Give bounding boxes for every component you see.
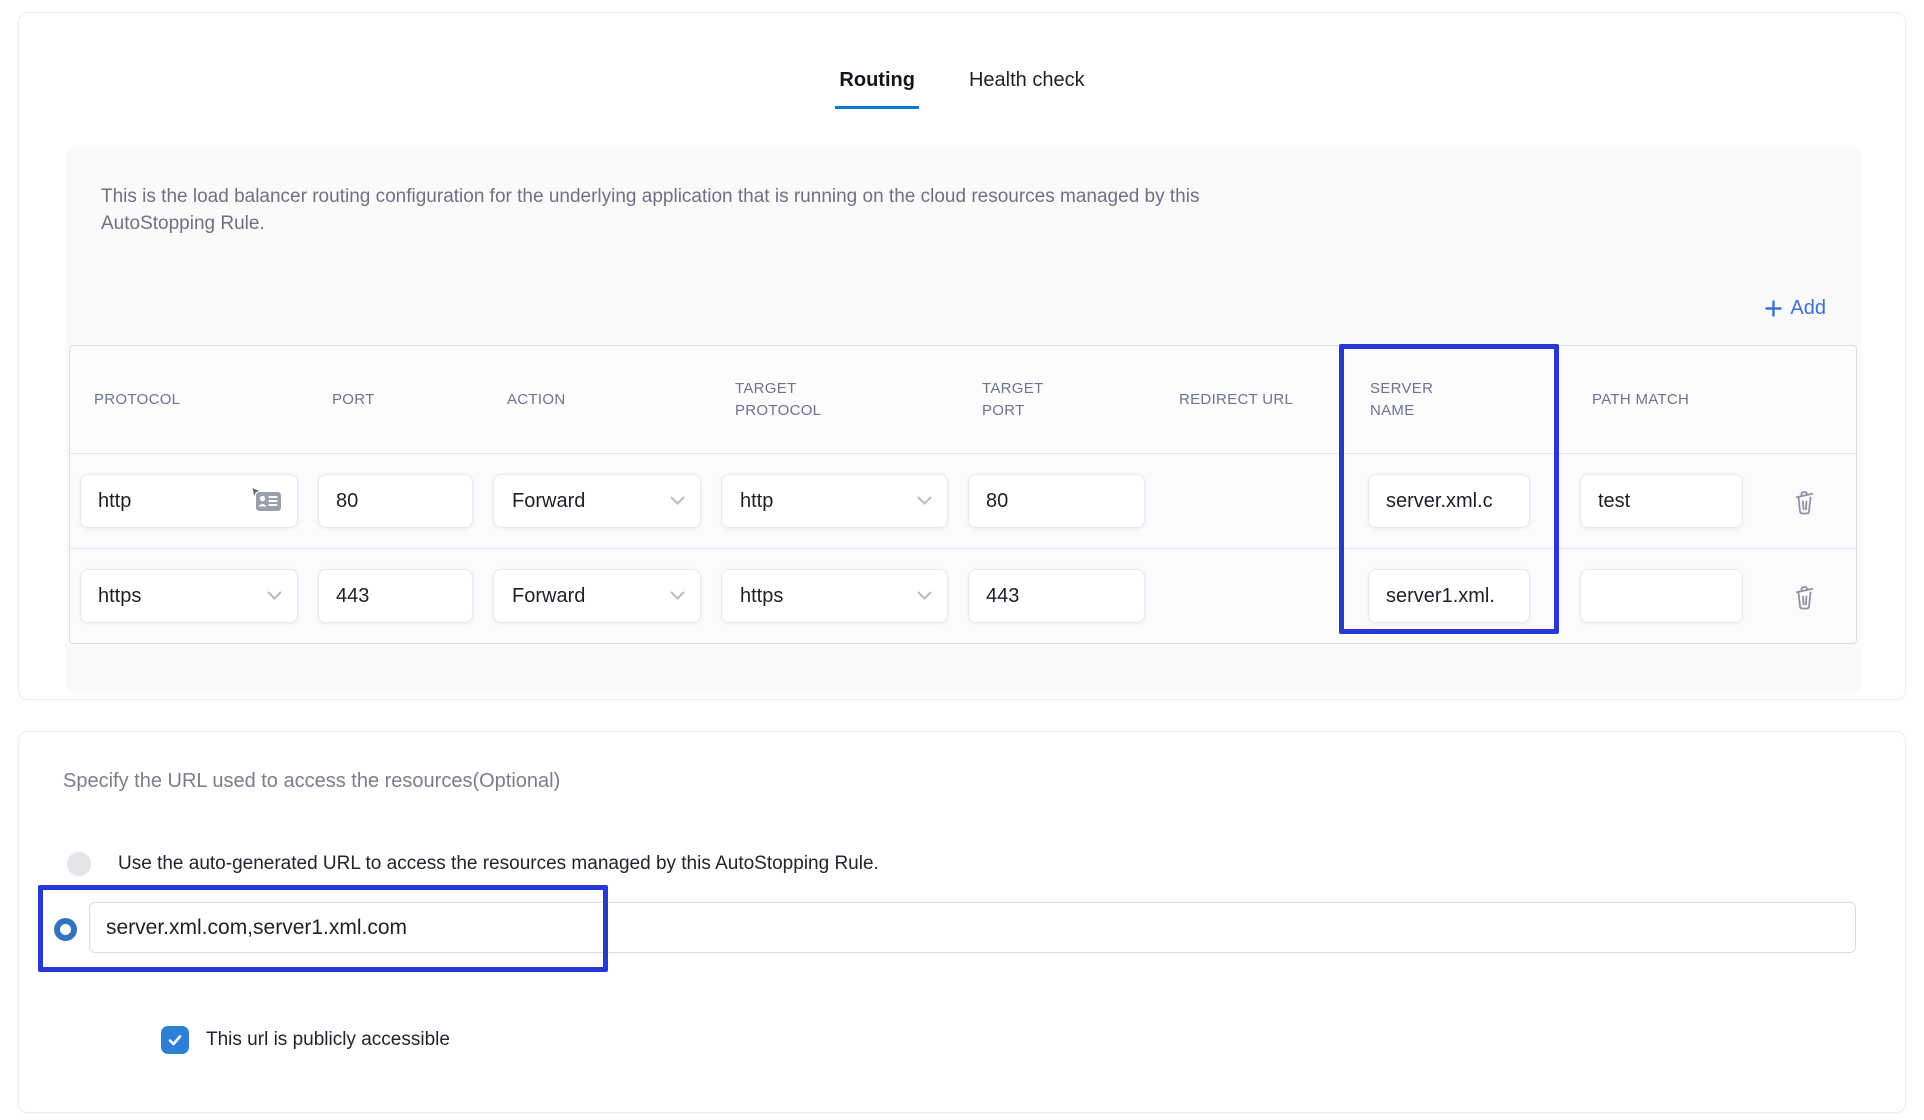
trash-icon <box>1791 582 1818 611</box>
id-card-icon <box>249 486 285 516</box>
routing-rules-table: PROTOCOL PORT ACTION TARGET PROTOCOL TAR… <box>69 345 1857 644</box>
protocol-value: http <box>98 490 131 513</box>
column-header-protocol: PROTOCOL <box>70 389 308 411</box>
custom-url-radio[interactable] <box>54 918 77 941</box>
column-header-port: PORT <box>308 389 483 411</box>
public-url-checkbox[interactable] <box>161 1026 189 1054</box>
target-protocol-value: https <box>740 585 783 608</box>
custom-url-option-row <box>19 732 1905 1112</box>
public-url-label: This url is publicly accessible <box>206 1029 450 1051</box>
protocol-value: https <box>98 585 141 608</box>
action-select[interactable]: Forward <box>493 474 701 528</box>
tab-routing-label: Routing <box>839 69 915 91</box>
chevron-down-icon <box>267 591 282 601</box>
redirect-url-cell-empty <box>1155 454 1346 548</box>
column-header-action: ACTION <box>483 389 711 411</box>
protocol-field[interactable]: http <box>80 474 298 528</box>
add-rule-label: Add <box>1790 297 1826 320</box>
routing-description: This is the load balancer routing config… <box>101 183 1199 237</box>
tab-bar: Routing Health check <box>19 13 1905 109</box>
column-header-target-protocol: TARGET PROTOCOL <box>711 378 958 422</box>
action-value: Forward <box>512 585 585 608</box>
checkmark-icon <box>166 1031 184 1049</box>
target-protocol-select[interactable]: https <box>721 569 948 623</box>
tab-routing[interactable]: Routing <box>835 69 919 109</box>
trash-icon <box>1791 487 1818 516</box>
column-header-server-name: SERVER NAME <box>1346 378 1568 422</box>
target-port-input[interactable] <box>968 474 1145 528</box>
redirect-url-cell-empty <box>1155 549 1346 643</box>
server-name-input[interactable] <box>1368 569 1530 623</box>
port-input[interactable] <box>318 569 473 623</box>
column-header-path-match: PATH MATCH <box>1568 389 1753 411</box>
target-port-input[interactable] <box>968 569 1145 623</box>
path-match-input[interactable] <box>1580 569 1743 623</box>
delete-row-button[interactable] <box>1787 483 1822 520</box>
url-config-card: Specify the URL used to access the resou… <box>18 731 1906 1113</box>
public-url-row: This url is publicly accessible <box>161 1026 450 1054</box>
target-protocol-value: http <box>740 490 773 513</box>
chevron-down-icon <box>670 496 685 506</box>
table-header-row: PROTOCOL PORT ACTION TARGET PROTOCOL TAR… <box>70 346 1856 453</box>
routing-rule-row: https Forward <box>70 548 1856 643</box>
tab-health-check-label: Health check <box>969 69 1085 91</box>
action-value: Forward <box>512 490 585 513</box>
add-rule-button[interactable]: Add <box>1765 297 1826 320</box>
chevron-down-icon <box>917 496 932 506</box>
target-protocol-select[interactable]: http <box>721 474 948 528</box>
path-match-input[interactable] <box>1580 474 1743 528</box>
description-line-2: AutoStopping Rule. <box>101 213 265 234</box>
routing-config-card: Routing Health check This is the load ba… <box>18 12 1906 700</box>
port-input[interactable] <box>318 474 473 528</box>
routing-panel: This is the load balancer routing config… <box>65 147 1861 693</box>
custom-url-input[interactable] <box>89 902 1856 953</box>
routing-rule-row: http <box>70 453 1856 548</box>
column-header-target-port: TARGET PORT <box>958 378 1155 422</box>
chevron-down-icon <box>917 591 932 601</box>
action-select[interactable]: Forward <box>493 569 701 623</box>
tab-health-check[interactable]: Health check <box>965 69 1089 109</box>
protocol-select[interactable]: https <box>80 569 298 623</box>
delete-row-button[interactable] <box>1787 578 1822 615</box>
plus-icon <box>1765 300 1782 317</box>
chevron-down-icon <box>670 591 685 601</box>
server-name-input[interactable] <box>1368 474 1530 528</box>
column-header-redirect-url: REDIRECT URL <box>1155 389 1346 411</box>
description-line-1: This is the load balancer routing config… <box>101 186 1199 207</box>
